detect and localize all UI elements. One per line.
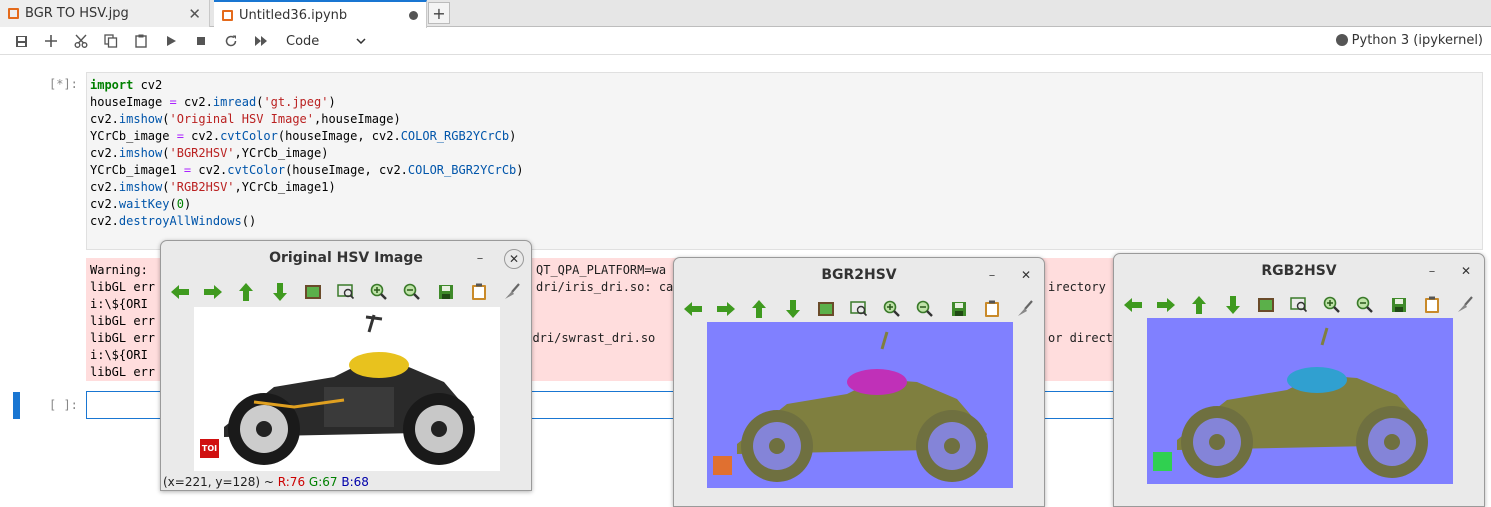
blue-value: B:68 <box>341 475 369 489</box>
window-toolbar <box>682 296 1036 322</box>
output-fragment: dri/iris_dri.so: ca <box>536 280 674 294</box>
save-icon[interactable] <box>6 29 36 53</box>
pan-up-icon[interactable] <box>235 281 257 303</box>
pan-down-icon[interactable] <box>782 298 804 320</box>
tab-untitled36[interactable]: Untitled36.ipynb <box>214 0 427 28</box>
cell-type-value: Code <box>286 33 320 49</box>
save-image-icon[interactable] <box>948 298 970 320</box>
code-cell[interactable]: import cv2 houseImage = cv2.imread('gt.j… <box>86 72 1483 250</box>
pan-left-icon[interactable] <box>682 298 704 320</box>
toi-logo: TOI <box>200 439 219 458</box>
tab-bar: BGR TO HSV.jpg ✕ Untitled36.ipynb + <box>0 0 1491 28</box>
output-fragment: or direct <box>1048 331 1114 345</box>
pan-right-icon[interactable] <box>202 281 224 303</box>
pan-down-icon[interactable] <box>1222 294 1244 316</box>
zoom-in-icon[interactable] <box>881 298 903 320</box>
notebook-toolbar: Code <box>0 28 1491 55</box>
output-fragment: irectory <box>1048 280 1106 294</box>
pan-left-icon[interactable] <box>1122 294 1144 316</box>
bgr2hsv-image <box>707 322 1013 488</box>
copy-icon[interactable] <box>96 29 126 53</box>
zoom-out-icon[interactable] <box>1354 294 1376 316</box>
add-cell-icon[interactable] <box>36 29 66 53</box>
window-toolbar <box>169 279 523 305</box>
pan-right-icon[interactable] <box>715 298 737 320</box>
zoom-out-icon[interactable] <box>401 281 423 303</box>
image-file-icon <box>8 8 19 19</box>
pan-right-icon[interactable] <box>1155 294 1177 316</box>
run-icon[interactable] <box>156 29 186 53</box>
tab-label: Untitled36.ipynb <box>239 7 348 23</box>
unsaved-dot-icon[interactable] <box>409 10 418 20</box>
paste-icon[interactable] <box>126 29 156 53</box>
pan-left-icon[interactable] <box>169 281 191 303</box>
output-fragment: b/dri/swrast_dri.so <box>518 331 656 345</box>
pixel-readout: (x=221, y=128) ~ R:76 G:67 B:68 <box>163 475 369 489</box>
zoom-in-icon[interactable] <box>368 281 390 303</box>
output-fragment: QT_QPA_PLATFORM=wa <box>536 263 667 277</box>
zoom-region-icon[interactable] <box>335 281 357 303</box>
zoom-region-icon[interactable] <box>848 298 870 320</box>
opencv-window-bgr2hsv[interactable]: BGR2HSV – ✕ <box>673 257 1045 507</box>
clear-brush-icon[interactable] <box>1014 298 1036 320</box>
zoom-out-icon[interactable] <box>914 298 936 320</box>
green-value: G:67 <box>308 475 338 489</box>
close-tab-icon[interactable]: ✕ <box>188 5 201 23</box>
clear-brush-icon[interactable] <box>1454 294 1476 316</box>
minimize-button[interactable]: – <box>983 268 1001 286</box>
tab-label: BGR TO HSV.jpg <box>25 6 129 21</box>
tab-bgr-to-hsv[interactable]: BGR TO HSV.jpg ✕ <box>0 0 210 27</box>
save-image-icon[interactable] <box>1388 294 1410 316</box>
opencv-window-original[interactable]: Original HSV Image – ✕ TOI (x=221, y=128… <box>160 240 532 491</box>
execution-prompt: [ ]: <box>49 398 78 412</box>
minimize-button[interactable]: – <box>471 251 489 269</box>
chevron-down-icon <box>356 38 366 44</box>
pan-up-icon[interactable] <box>748 298 770 320</box>
notebook-file-icon <box>222 9 233 21</box>
zoom-region-icon[interactable] <box>1288 294 1310 316</box>
zoom-fit-icon[interactable] <box>1255 294 1277 316</box>
zoom-in-icon[interactable] <box>1321 294 1343 316</box>
original-image: TOI <box>194 307 500 471</box>
active-cell-indicator <box>13 392 20 419</box>
opencv-window-rgb2hsv[interactable]: RGB2HSV – ✕ <box>1113 253 1485 507</box>
properties-icon[interactable] <box>1421 294 1443 316</box>
close-button[interactable]: ✕ <box>504 249 524 269</box>
cell-type-select[interactable]: Code <box>286 34 366 49</box>
zoom-fit-icon[interactable] <box>302 281 324 303</box>
clear-brush-icon[interactable] <box>501 281 523 303</box>
zoom-fit-icon[interactable] <box>815 298 837 320</box>
coord-readout: (x=221, y=128) ~ <box>163 475 278 489</box>
restart-icon[interactable] <box>216 29 246 53</box>
stop-icon[interactable] <box>186 29 216 53</box>
pan-down-icon[interactable] <box>269 281 291 303</box>
save-image-icon[interactable] <box>435 281 457 303</box>
kernel-name[interactable]: Python 3 (ipykernel) <box>1352 33 1483 48</box>
minimize-button[interactable]: – <box>1423 264 1441 282</box>
rgb2hsv-image <box>1147 318 1453 484</box>
pan-up-icon[interactable] <box>1188 294 1210 316</box>
execution-prompt: [*]: <box>49 77 78 91</box>
properties-icon[interactable] <box>468 281 490 303</box>
red-value: R:76 <box>277 475 306 489</box>
window-toolbar <box>1122 292 1476 318</box>
close-button[interactable]: ✕ <box>1456 262 1476 282</box>
bug-icon[interactable] <box>1336 34 1348 46</box>
close-button[interactable]: ✕ <box>1016 266 1036 286</box>
cut-icon[interactable] <box>66 29 96 53</box>
add-tab-button[interactable]: + <box>428 2 450 24</box>
properties-icon[interactable] <box>981 298 1003 320</box>
fast-forward-icon[interactable] <box>246 29 276 53</box>
